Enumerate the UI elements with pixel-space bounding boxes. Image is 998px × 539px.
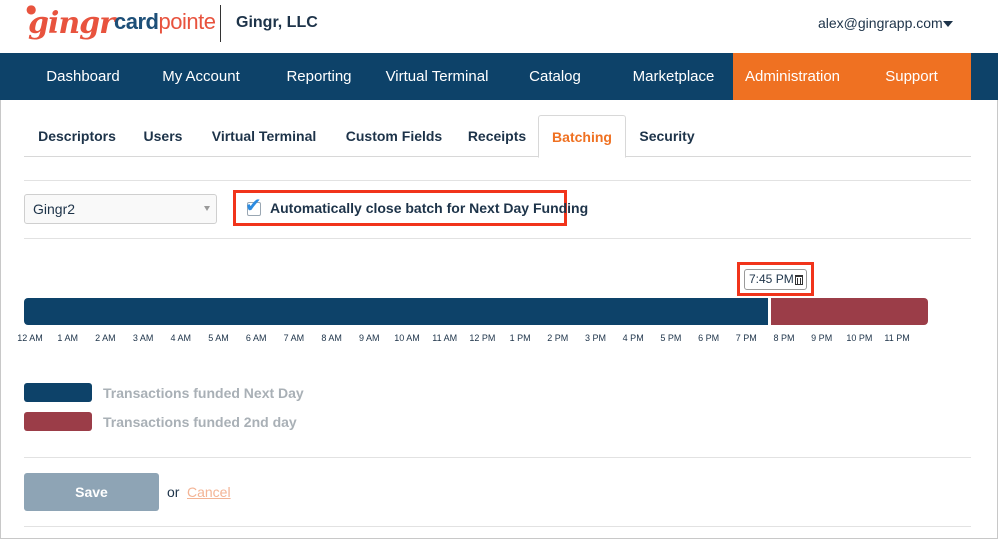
tab-security[interactable]: Security [626,115,708,157]
legend-swatch-second-day [24,412,92,431]
timeline-tick-label: 1 AM [57,333,78,343]
divider [24,457,971,458]
tab-virtual-terminal[interactable]: Virtual Terminal [196,115,332,157]
main-nav: Dashboard My Account Reporting Virtual T… [0,53,998,100]
nav-item-reporting[interactable]: Reporting [260,53,378,100]
save-button[interactable]: Save [24,473,159,511]
second-day-funding-bar [771,298,928,325]
cutoff-time: 7:45 PM [749,272,794,286]
legend-label-second-day: Transactions funded 2nd day [103,414,297,430]
tab-batching[interactable]: Batching [538,115,626,158]
divider [24,180,971,181]
tab-receipts[interactable]: Receipts [456,115,538,157]
check-icon: ✔ [245,195,262,217]
auto-close-checkbox[interactable]: ✔ [245,195,263,217]
timeline-tick-label: 4 PM [622,333,644,343]
legend-label-next-day: Transactions funded Next Day [103,385,304,401]
app-header: ● gingr cardpointe Gingr, LLC alex@gingr… [0,0,998,53]
divider [24,238,971,239]
tab-descriptors[interactable]: Descriptors [24,115,130,157]
admin-tabs: Descriptors Users Virtual Terminal Custo… [24,115,971,158]
select-arrow-icon [204,206,210,211]
timeline-tick-label: 12 AM [17,333,43,343]
nav-item-dashboard[interactable]: Dashboard [24,53,142,100]
gingr-logo-text: gingr [28,6,115,41]
chevron-down-icon[interactable] [943,21,953,27]
paw-icon: ● [26,2,37,16]
nav-item-my-account[interactable]: My Account [142,53,260,100]
next-day-funding-bar [24,298,768,325]
timeline-tick-label: 12 PM [469,333,496,343]
cancel-link[interactable]: Cancel [187,484,231,500]
timeline-tick-label: 6 AM [245,333,267,343]
timeline-tick-label: 2 PM [547,333,569,343]
legend-swatch-next-day [24,383,92,402]
nav-item-catalog[interactable]: Catalog [496,53,614,100]
timeline-tick-label: 11 PM [884,333,910,343]
tab-custom-fields[interactable]: Custom Fields [332,115,456,157]
timeline-tick-label: 10 PM [846,333,873,343]
divider [24,526,971,527]
timeline-tick-label: 9 PM [811,333,833,343]
timeline-tick-label: 1 PM [509,333,531,343]
account-menu[interactable]: alex@gingrapp.com [818,15,943,31]
timeline-tick-label: 8 PM [773,333,795,343]
nav-item-support[interactable]: Support [852,53,971,100]
cardpointe-logo: cardpointe [114,9,216,35]
company-name: Gingr, LLC [236,14,318,31]
auto-close-label[interactable]: Automatically close batch for Next Day F… [270,200,588,216]
nav-item-marketplace[interactable]: Marketplace [614,53,733,100]
cardpointe-logo-pointe: pointe [158,9,216,34]
timeline-tick-label: 8 AM [321,333,342,343]
cutoff-time-tag[interactable]: 7:45 PM [744,269,807,290]
timeline-tick-label: 5 AM [208,333,229,343]
merchant-select-value: Gingr2 [33,201,76,217]
trash-icon[interactable] [795,275,803,285]
timeline-tick-label: 4 AM [170,333,192,343]
timeline-tick-label: 7 AM [283,333,305,343]
merchant-select[interactable]: Gingr2 [24,194,217,224]
header-divider [220,5,221,42]
timeline-tick-label: 9 AM [359,333,380,343]
timeline-tick-label: 3 PM [584,333,607,343]
gingr-logo[interactable]: ● gingr [26,2,115,41]
timeline-tick-label: 6 PM [698,333,720,343]
timeline-tick-label: 3 AM [132,333,154,343]
tab-users[interactable]: Users [130,115,196,157]
timeline-tick-label: 5 PM [660,333,682,343]
nav-item-administration[interactable]: Administration [733,53,852,100]
timeline-tick-label: 10 AM [394,333,420,343]
timeline-tick-label: 2 AM [95,333,116,343]
cardpointe-logo-card: card [114,9,159,34]
or-text: or [167,484,180,500]
timeline-tick-label: 7 PM [735,333,757,343]
timeline-tick-label: 11 AM [432,333,458,343]
nav-item-virtual-terminal[interactable]: Virtual Terminal [378,53,496,100]
